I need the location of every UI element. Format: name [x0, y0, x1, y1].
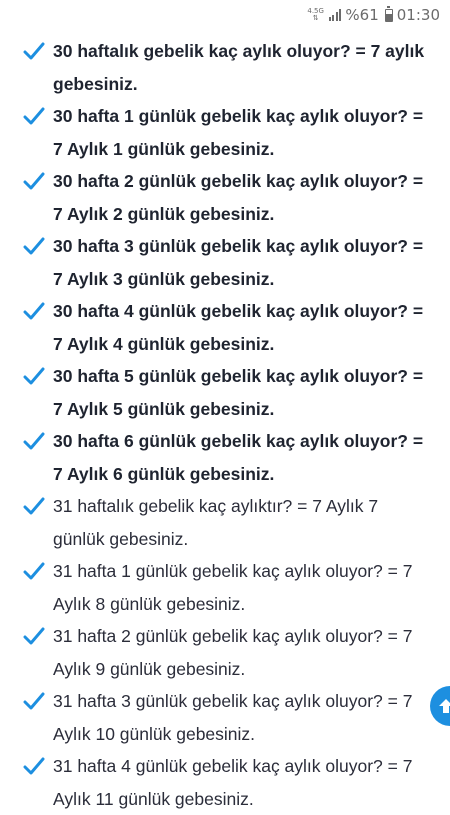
signal-strength-icon	[328, 9, 342, 21]
status-indicators: 4.5G ⇅ %61 01:30	[307, 6, 440, 24]
checkmark-icon	[23, 172, 45, 190]
battery-icon	[384, 6, 393, 22]
list-item-text: 31 hafta 4 günlük gebelik kaç aylık oluy…	[53, 756, 413, 809]
checkmark-icon	[23, 42, 45, 60]
list-item: 30 hafta 5 günlük gebelik kaç aylık oluy…	[0, 360, 450, 425]
list-item: 30 hafta 3 günlük gebelik kaç aylık oluy…	[0, 230, 450, 295]
checkmark-icon	[23, 757, 45, 775]
status-bar: 4.5G ⇅ %61 01:30	[0, 0, 450, 30]
list-item: 31 hafta 1 günlük gebelik kaç aylık oluy…	[0, 555, 450, 620]
checkmark-icon	[23, 562, 45, 580]
list-item: 30 hafta 4 günlük gebelik kaç aylık oluy…	[0, 295, 450, 360]
list-item: 30 hafta 6 günlük gebelik kaç aylık oluy…	[0, 425, 450, 490]
list-item-text: 30 hafta 3 günlük gebelik kaç aylık oluy…	[53, 236, 424, 289]
clock: 01:30	[396, 6, 440, 24]
list-item: 31 haftalık gebelik kaç aylıktır? = 7 Ay…	[0, 490, 450, 555]
list-item: 31 hafta 3 günlük gebelik kaç aylık oluy…	[0, 685, 450, 750]
list-item: 30 haftalık gebelik kaç aylık oluyor? = …	[0, 35, 450, 100]
list-item-text: 30 hafta 1 günlük gebelik kaç aylık oluy…	[53, 106, 424, 159]
list-item-text: 31 hafta 1 günlük gebelik kaç aylık oluy…	[53, 561, 413, 614]
list-item-text: 30 hafta 5 günlük gebelik kaç aylık oluy…	[53, 366, 424, 419]
pregnancy-week-list: 30 haftalık gebelik kaç aylık oluyor? = …	[0, 35, 450, 815]
checkmark-icon	[23, 367, 45, 385]
list-item-text: 30 hafta 4 günlük gebelik kaç aylık oluy…	[53, 301, 424, 354]
list-item-text: 31 hafta 3 günlük gebelik kaç aylık oluy…	[53, 691, 413, 744]
checkmark-icon	[23, 107, 45, 125]
list-item: 31 hafta 2 günlük gebelik kaç aylık oluy…	[0, 620, 450, 685]
list-item: 30 hafta 1 günlük gebelik kaç aylık oluy…	[0, 100, 450, 165]
network-type-icon: 4.5G ⇅	[307, 8, 324, 22]
checkmark-icon	[23, 302, 45, 320]
list-item-text: 30 hafta 2 günlük gebelik kaç aylık oluy…	[53, 171, 424, 224]
battery-level-fill	[385, 13, 392, 21]
checkmark-icon	[23, 627, 45, 645]
checkmark-icon	[23, 432, 45, 450]
list-item: 31 hafta 4 günlük gebelik kaç aylık oluy…	[0, 750, 450, 815]
battery-percent: %61	[345, 6, 379, 24]
checkmark-icon	[23, 497, 45, 515]
checkmark-icon	[23, 237, 45, 255]
list-item-text: 30 hafta 6 günlük gebelik kaç aylık oluy…	[53, 431, 424, 484]
list-item: 30 hafta 2 günlük gebelik kaç aylık oluy…	[0, 165, 450, 230]
checkmark-icon	[23, 692, 45, 710]
list-item-text: 31 hafta 2 günlük gebelik kaç aylık oluy…	[53, 626, 413, 679]
arrow-up-icon	[439, 699, 450, 713]
data-activity-icon: ⇅	[312, 14, 319, 22]
list-item-text: 31 haftalık gebelik kaç aylıktır? = 7 Ay…	[53, 496, 379, 549]
list-item-text: 30 haftalık gebelik kaç aylık oluyor? = …	[53, 41, 425, 94]
